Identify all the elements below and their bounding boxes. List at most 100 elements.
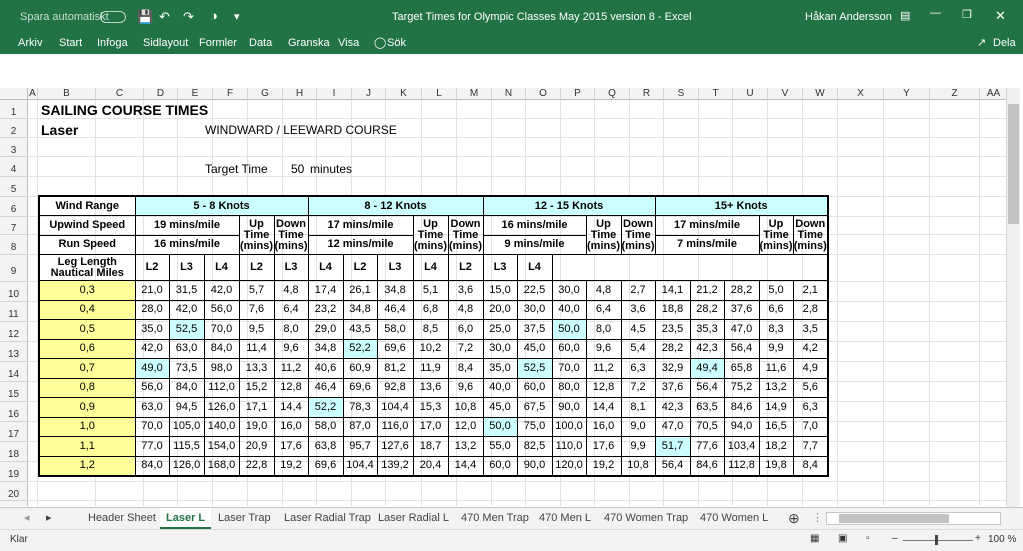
tab-start[interactable]: Start bbox=[59, 37, 82, 49]
tab-formler[interactable]: Formler bbox=[199, 37, 237, 49]
sheet-tab-470-women-l[interactable]: 470 Women L bbox=[694, 508, 774, 529]
time-value[interactable]: 6,8 bbox=[412, 299, 449, 320]
leg-length-value[interactable]: 0,6 bbox=[38, 338, 136, 359]
row-header-7[interactable]: 7 bbox=[0, 217, 28, 235]
time-value[interactable]: 7,7 bbox=[792, 436, 829, 457]
time-value[interactable]: 47,0 bbox=[654, 416, 691, 437]
time-value[interactable]: 10,2 bbox=[412, 338, 449, 359]
row-header-12[interactable]: 12 bbox=[0, 322, 28, 342]
time-value[interactable]: 37,6 bbox=[723, 299, 760, 320]
redo-icon[interactable]: ↷ bbox=[183, 9, 194, 25]
sheet-tab-laser-radial-l[interactable]: Laser Radial L bbox=[372, 508, 455, 529]
horizontal-scroll-thumb[interactable] bbox=[839, 514, 949, 523]
sheet-tab-laser-radial-trap[interactable]: Laser Radial Trap bbox=[278, 508, 377, 529]
column-header-b[interactable]: B bbox=[38, 88, 96, 100]
row-header-19[interactable]: 19 bbox=[0, 462, 28, 482]
column-header-s[interactable]: S bbox=[664, 88, 699, 100]
time-value[interactable]: 14,4 bbox=[447, 455, 484, 476]
time-value[interactable]: 3,6 bbox=[447, 280, 484, 301]
leg-header-l2[interactable]: L2 bbox=[238, 254, 275, 281]
run-speed-cell[interactable]: 16 mins/mile bbox=[134, 234, 240, 255]
time-value[interactable]: 19,0 bbox=[238, 416, 275, 437]
time-value[interactable]: 37,6 bbox=[654, 377, 691, 398]
time-value[interactable]: 8,0 bbox=[273, 319, 309, 340]
column-header-j[interactable]: J bbox=[352, 88, 386, 100]
tab-arkiv[interactable]: Arkiv bbox=[18, 37, 42, 49]
time-value[interactable]: 12,8 bbox=[273, 377, 309, 398]
up-time-header[interactable]: Up Time (mins) bbox=[758, 215, 794, 255]
time-value[interactable]: 32,9 bbox=[654, 358, 691, 379]
time-value[interactable]: 63,5 bbox=[689, 397, 725, 418]
row-header-15[interactable]: 15 bbox=[0, 382, 28, 402]
time-value[interactable]: 70,5 bbox=[689, 416, 725, 437]
row-header-2[interactable]: 2 bbox=[0, 119, 28, 138]
time-value[interactable]: 8,1 bbox=[620, 397, 656, 418]
row-header-8[interactable]: 8 bbox=[0, 235, 28, 255]
leg-header-l3[interactable]: L3 bbox=[168, 254, 205, 281]
time-value[interactable]: 98,0 bbox=[203, 358, 240, 379]
wind-range-label[interactable]: Wind Range bbox=[38, 195, 136, 216]
time-value[interactable]: 112,0 bbox=[203, 377, 240, 398]
upwind-speed-cell[interactable]: 17 mins/mile bbox=[307, 215, 414, 236]
time-value[interactable]: 4,8 bbox=[447, 299, 484, 320]
time-value[interactable]: 95,7 bbox=[342, 436, 378, 457]
time-value[interactable]: 84,0 bbox=[168, 377, 205, 398]
time-value[interactable]: 17,4 bbox=[307, 280, 344, 301]
column-header-i[interactable]: I bbox=[317, 88, 352, 100]
time-value[interactable]: 14,9 bbox=[758, 397, 794, 418]
time-value[interactable]: 7,0 bbox=[792, 416, 829, 437]
time-value[interactable]: 56,0 bbox=[203, 299, 240, 320]
time-value[interactable]: 12,8 bbox=[585, 377, 622, 398]
time-value[interactable]: 7,6 bbox=[238, 299, 275, 320]
column-header-q[interactable]: Q bbox=[595, 88, 630, 100]
time-value[interactable]: 5,1 bbox=[412, 280, 449, 301]
time-value[interactable]: 22,5 bbox=[516, 280, 553, 301]
column-header-z[interactable]: Z bbox=[930, 88, 980, 100]
time-value[interactable]: 90,0 bbox=[516, 455, 553, 476]
time-value[interactable]: 6,4 bbox=[585, 299, 622, 320]
time-value[interactable]: 60,0 bbox=[551, 338, 587, 359]
time-value[interactable]: 9,9 bbox=[758, 338, 794, 359]
time-value[interactable]: 19,2 bbox=[585, 455, 622, 476]
vertical-scroll-thumb[interactable] bbox=[1008, 104, 1019, 224]
time-value[interactable]: 17,1 bbox=[238, 397, 275, 418]
time-value[interactable]: 4,9 bbox=[792, 358, 829, 379]
time-value[interactable]: 103,4 bbox=[723, 436, 760, 457]
column-header-t[interactable]: T bbox=[699, 88, 733, 100]
tab-next-icon[interactable]: ▸ bbox=[44, 508, 54, 529]
time-value[interactable]: 6,3 bbox=[620, 358, 656, 379]
select-all-corner[interactable] bbox=[0, 88, 28, 100]
up-time-header[interactable]: Up Time (mins) bbox=[412, 215, 449, 255]
time-value[interactable]: 104,4 bbox=[342, 455, 378, 476]
time-value[interactable]: 4,8 bbox=[273, 280, 309, 301]
time-value[interactable]: 42,3 bbox=[654, 397, 691, 418]
time-value[interactable]: 70,0 bbox=[203, 319, 240, 340]
time-value[interactable]: 77,0 bbox=[134, 436, 170, 457]
time-value[interactable]: 126,0 bbox=[168, 455, 205, 476]
time-value[interactable]: 16,0 bbox=[273, 416, 309, 437]
run-speed-cell[interactable]: 7 mins/mile bbox=[654, 234, 760, 255]
worksheet-grid[interactable]: A B C D E F G H I J K L M N O P Q R S T U V W X Y Z AA 1 2 3 4 5 6 7 8 9 10… bbox=[0, 88, 1016, 506]
down-time-header[interactable]: Down Time (mins) bbox=[792, 215, 829, 255]
time-value[interactable]: 12,0 bbox=[447, 416, 484, 437]
time-value[interactable]: 52,5 bbox=[168, 319, 205, 340]
row-header-17[interactable]: 17 bbox=[0, 422, 28, 442]
time-value[interactable]: 15,3 bbox=[412, 397, 449, 418]
time-value[interactable]: 17,0 bbox=[412, 416, 449, 437]
time-value[interactable]: 35,0 bbox=[134, 319, 170, 340]
zoom-slider-thumb[interactable] bbox=[935, 535, 938, 545]
time-value[interactable]: 58,0 bbox=[307, 416, 344, 437]
time-value[interactable]: 6,4 bbox=[273, 299, 309, 320]
zoom-level[interactable]: 100 % bbox=[988, 534, 1016, 545]
target-time-value[interactable]: 50 bbox=[291, 162, 304, 176]
row-header-9[interactable]: 9 bbox=[0, 255, 28, 282]
leg-length-label[interactable]: Leg Length Nautical Miles bbox=[38, 254, 136, 281]
time-value[interactable]: 51,7 bbox=[654, 436, 691, 457]
row-header-3[interactable]: 3 bbox=[0, 138, 28, 157]
time-value[interactable]: 25,0 bbox=[482, 319, 518, 340]
time-value[interactable]: 42,3 bbox=[689, 338, 725, 359]
time-value[interactable]: 115,5 bbox=[168, 436, 205, 457]
column-header-r[interactable]: R bbox=[630, 88, 664, 100]
time-value[interactable]: 9,0 bbox=[620, 416, 656, 437]
down-time-header[interactable]: Down Time (mins) bbox=[273, 215, 309, 255]
